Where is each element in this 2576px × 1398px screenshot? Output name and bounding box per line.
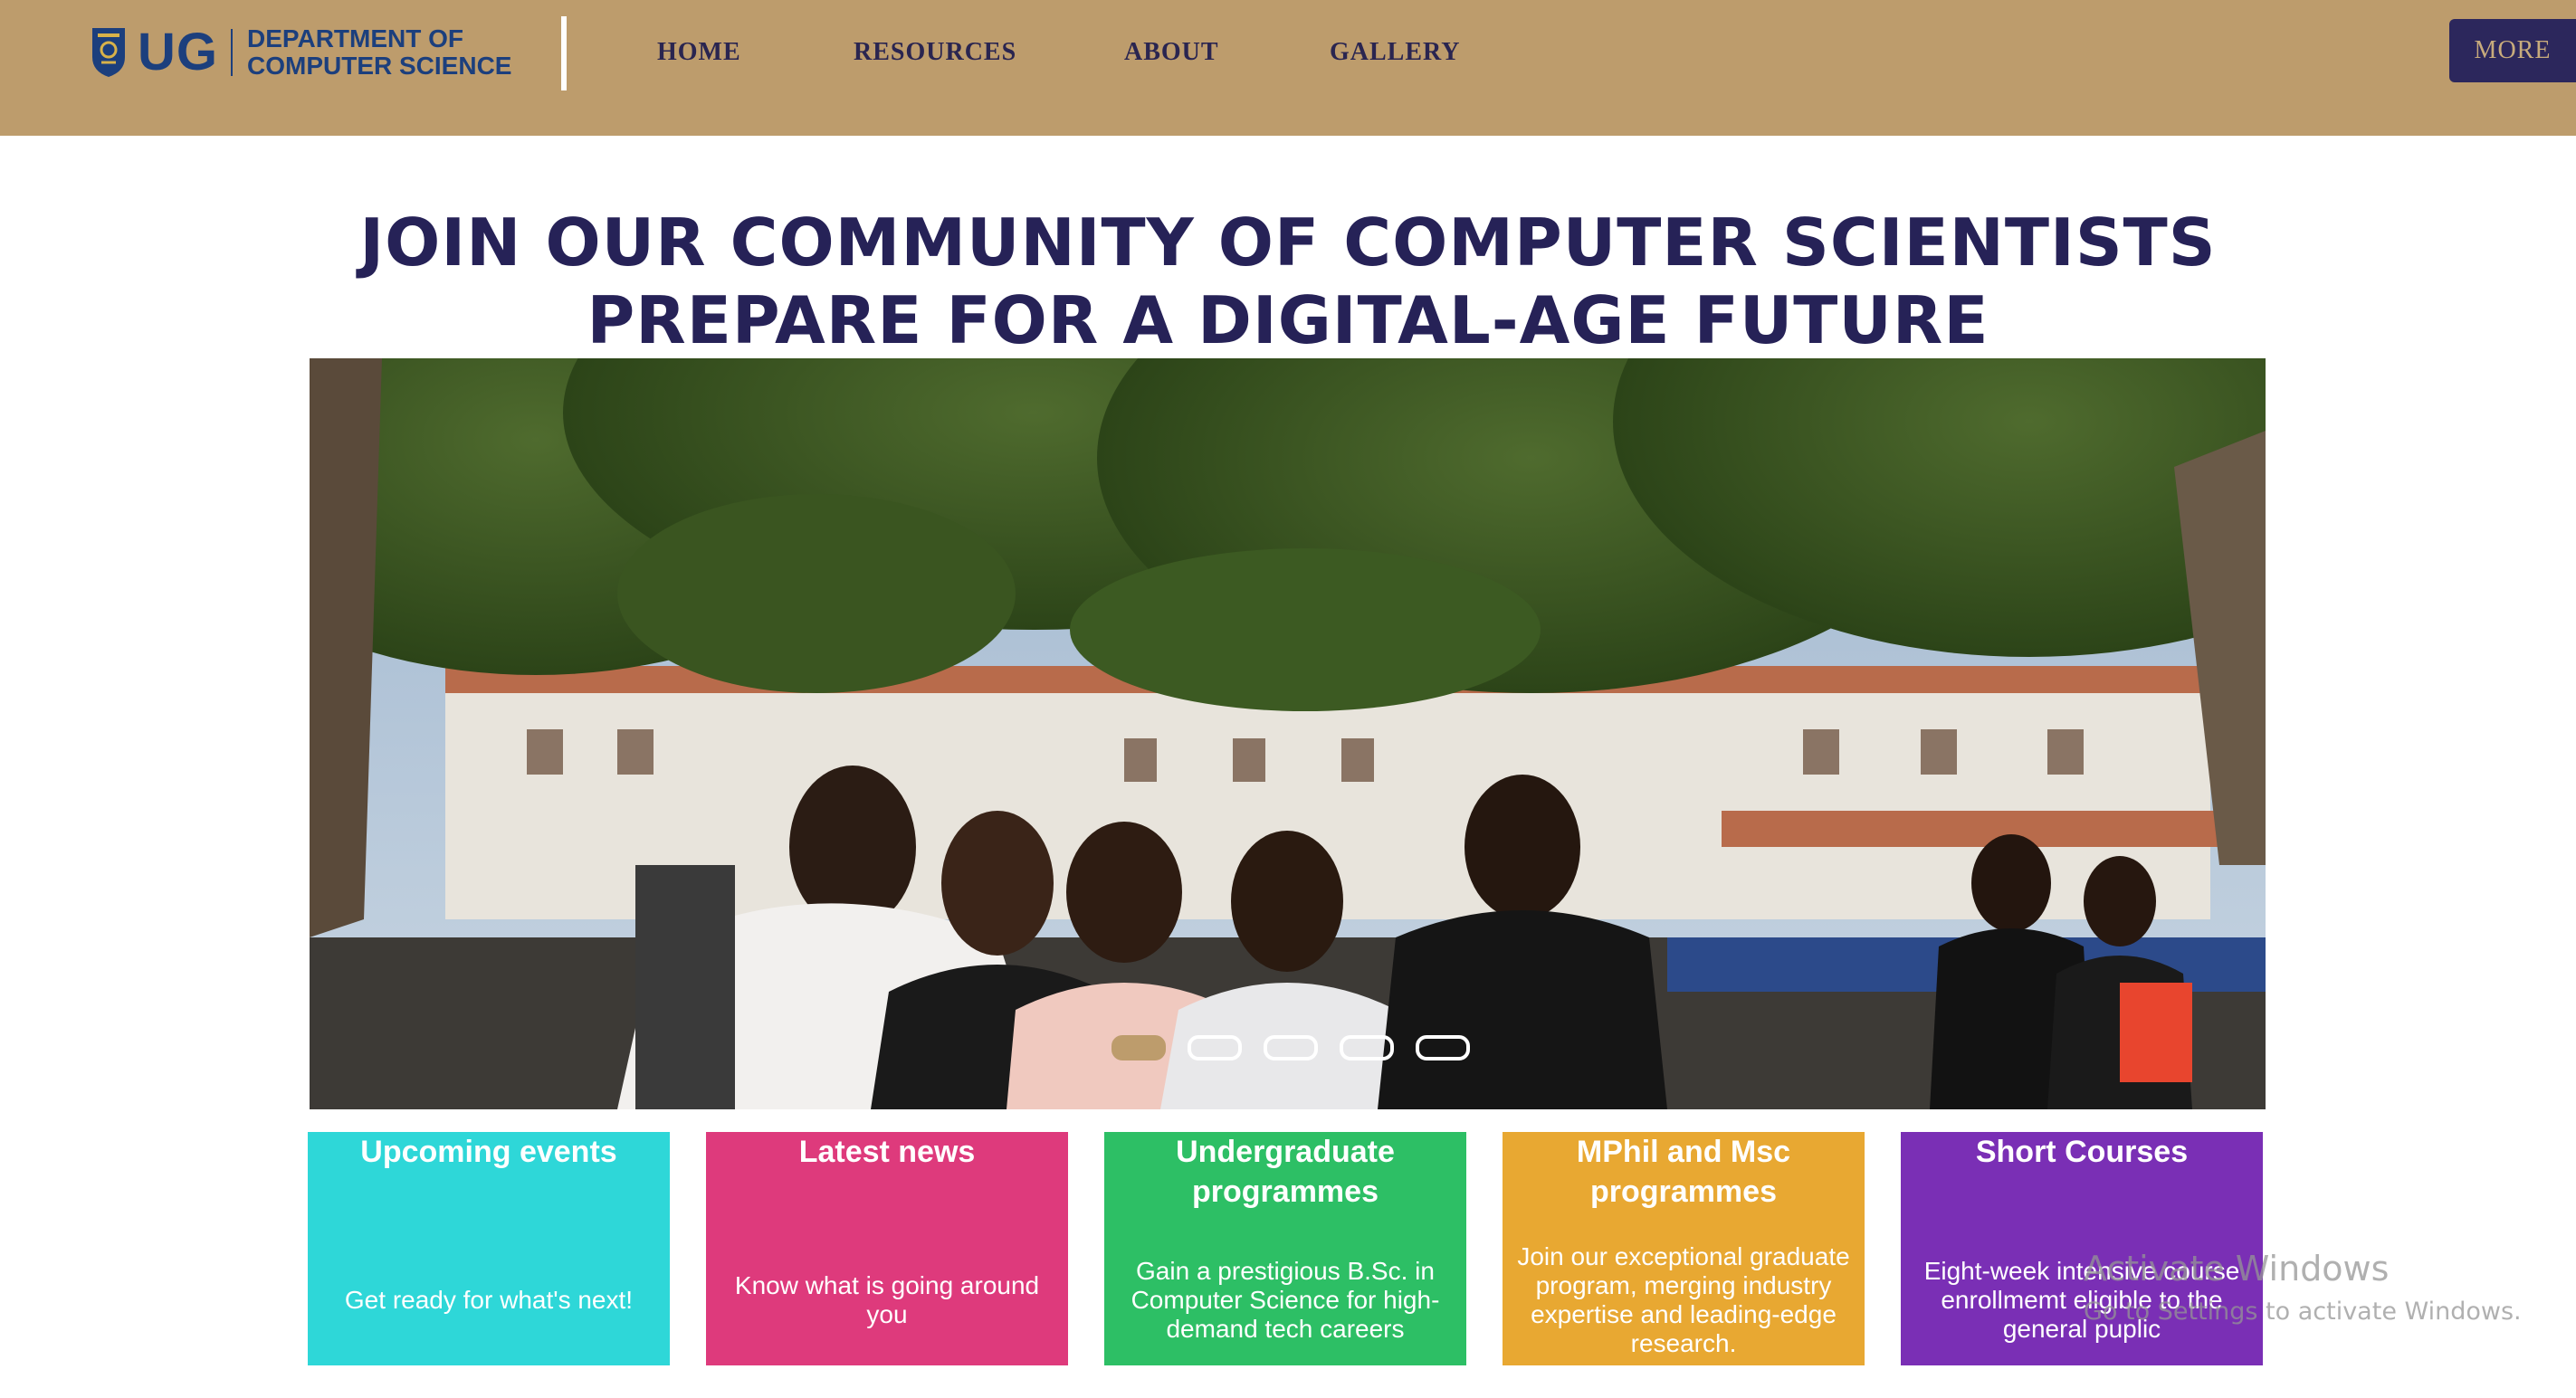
card-mphil-msc-programmes[interactable]: MPhil and Msc programmes Join our except… [1503, 1132, 1865, 1365]
card-latest-news[interactable]: Latest news Know what is going around yo… [706, 1132, 1068, 1365]
header-separator [561, 16, 567, 90]
card-upcoming-events[interactable]: Upcoming events Get ready for what's nex… [308, 1132, 670, 1365]
nav-home[interactable]: HOME [657, 38, 741, 67]
card-description: Join our exceptional graduate program, m… [1517, 1242, 1850, 1357]
carousel-dot-3[interactable] [1264, 1035, 1318, 1060]
hero-headline-line-2: PREPARE FOR A DIGITAL-AGE FUTURE [587, 282, 1989, 358]
carousel-dot-4[interactable] [1340, 1035, 1394, 1060]
nav-resources[interactable]: RESOURCES [854, 38, 1016, 67]
activate-windows-title: Activate Windows [2084, 1249, 2390, 1289]
logo-divider [231, 29, 233, 76]
university-crest-icon [92, 28, 125, 77]
more-button[interactable]: MORE [2449, 19, 2576, 82]
activate-windows-subtitle: Go to Settings to activate Windows. [2084, 1298, 2522, 1326]
ug-logo[interactable]: UG DEPARTMENT OF COMPUTER SCIENCE [91, 25, 511, 80]
card-title: MPhil and Msc programmes [1576, 1135, 1791, 1209]
card-description: Get ready for what's next! [344, 1286, 634, 1314]
carousel-dot-2[interactable] [1188, 1035, 1242, 1060]
carousel-indicators [1111, 1035, 1470, 1060]
card-title: Latest news [798, 1135, 976, 1169]
nav-gallery[interactable]: GALLERY [1330, 38, 1460, 67]
card-title: Upcoming events [360, 1135, 617, 1169]
card-description: Know what is going around you [734, 1271, 1040, 1328]
carousel-dot-5[interactable] [1416, 1035, 1470, 1060]
hero-photo [310, 358, 2266, 1109]
nav-about[interactable]: ABOUT [1124, 38, 1219, 67]
site-header: UG DEPARTMENT OF COMPUTER SCIENCE HOME R… [0, 0, 2576, 136]
hero-headline-line-1: JOIN OUR COMMUNITY OF COMPUTER SCIENTIST… [359, 204, 2217, 281]
logo-department-text: DEPARTMENT OF COMPUTER SCIENCE [247, 25, 511, 80]
card-description: Gain a prestigious B.Sc. in Computer Sci… [1131, 1257, 1440, 1343]
logo-line-2: COMPUTER SCIENCE [247, 52, 512, 80]
logo-ug-text: UG [138, 23, 218, 81]
hero-carousel[interactable] [310, 358, 2266, 1109]
card-title: Undergraduate programmes [1176, 1135, 1395, 1209]
card-title: Short Courses [1975, 1135, 2189, 1169]
card-undergraduate-programmes[interactable]: Undergraduate programmes Gain a prestigi… [1104, 1132, 1466, 1365]
carousel-dot-1[interactable] [1111, 1035, 1166, 1060]
logo-line-1: DEPARTMENT OF [247, 24, 464, 52]
